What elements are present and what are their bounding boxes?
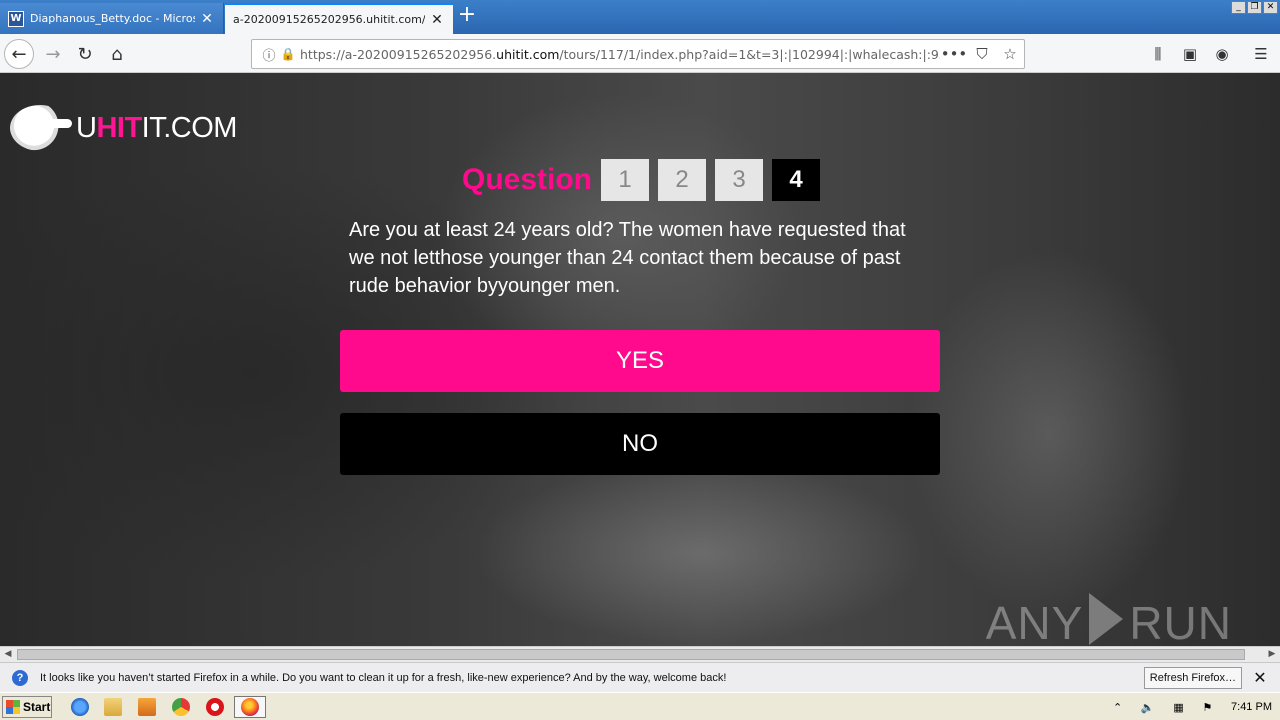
step-3: 3 [715,159,764,201]
network-icon[interactable]: ▦ [1173,701,1183,714]
tab-label: a-20200915265202956.uhitit.com/tour [233,13,425,26]
opera-icon[interactable] [206,698,224,716]
logo-text: UHITIT.COM [76,112,237,145]
library-icon[interactable]: ⫼ [1143,39,1173,69]
notification-bar: ? It looks like you haven’t started Fire… [0,662,1280,692]
logo-rest: IT.COM [141,111,238,144]
logo-hit: HIT [96,111,142,144]
chrome-icon[interactable] [172,698,190,716]
new-tab-button[interactable]: + [456,4,478,27]
watermark-left: ANY [985,597,1084,646]
step-1: 1 [601,159,650,201]
url-text[interactable]: https://a-20200915265202956.uhitit.com/t… [300,47,940,62]
firefox-taskbar-button[interactable] [234,696,266,718]
tray-expand-icon[interactable]: ⌃ [1113,701,1122,714]
scrollbar-thumb[interactable] [17,649,1245,660]
reload-button[interactable]: ↻ [70,39,100,69]
logo-u: U [76,111,97,144]
forward-button[interactable]: → [38,39,68,69]
back-button[interactable]: ← [4,39,34,69]
media-player-icon[interactable] [138,698,156,716]
help-icon: ? [12,669,28,686]
yes-button[interactable]: YES [340,330,940,392]
url-domain: uhitit.com [496,46,560,62]
file-explorer-icon[interactable] [104,698,122,716]
sidebar-icon[interactable]: ▣ [1175,39,1205,69]
watermark-right: RUN [1129,597,1232,646]
system-tray: ⌃ 🔈 ▦ ⚑ 7:41 PM [1105,695,1280,719]
menu-icon[interactable]: ☰ [1246,39,1276,69]
step-2: 2 [658,159,707,201]
notification-message: It looks like you haven’t started Firefo… [40,671,727,684]
account-icon[interactable]: ◉ [1207,39,1237,69]
home-button[interactable]: ⌂ [102,39,132,69]
lock-icon[interactable]: 🔒 [280,47,296,61]
scroll-right-arrow-icon[interactable]: ▶ [1264,647,1280,662]
navigation-bar: ← → ↻ ⌂ ⓘ 🔒 https://a-20200915265202956.… [0,34,1280,73]
windows-logo-icon [6,700,20,714]
url-suffix: /tours/117/1/index.php?aid=1&t=3|:|10299… [559,46,940,62]
close-icon[interactable]: ✕ [199,11,215,27]
taskbar: Start ⌃ 🔈 ▦ ⚑ 7:41 PM [0,692,1280,720]
start-label: Start [23,700,51,714]
close-window-button[interactable]: ✕ [1263,1,1278,14]
bookmark-star-icon[interactable]: ☆ [996,45,1024,63]
firefox-icon [241,698,259,716]
flag-icon[interactable]: ⚑ [1202,701,1212,714]
pointing-hand-icon [10,105,72,151]
address-bar[interactable]: ⓘ 🔒 https://a-20200915265202956.uhitit.c… [251,39,1025,69]
minimize-button[interactable]: _ [1231,1,1246,14]
pocket-icon[interactable]: ⛉ [968,45,996,63]
tab-strip: W Diaphanous_Betty.doc - Microsoft ✕ a-2… [0,0,1280,34]
word-icon: W [8,10,24,27]
volume-icon[interactable]: 🔈 [1141,701,1155,714]
page-content: UHITIT.COM Question 1 2 3 4 Are you at l… [0,73,1280,646]
refresh-firefox-button[interactable]: Refresh Firefox… [1143,666,1242,689]
question-text: Are you at least 24 years old? The women… [349,219,906,297]
close-icon[interactable]: ✕ [1252,668,1268,688]
restore-button[interactable]: ❐ [1247,1,1262,14]
question-progress: Question 1 2 3 4 [462,159,829,201]
anyrun-watermark: ANY RUN [986,593,1232,646]
site-logo[interactable]: UHITIT.COM [10,105,237,151]
horizontal-scrollbar[interactable]: ◀ ▶ [0,646,1280,662]
scroll-left-arrow-icon[interactable]: ◀ [0,647,16,662]
info-icon[interactable]: ⓘ [258,45,280,64]
window-controls: _ ❐ ✕ [1231,1,1278,14]
tab-uhitit[interactable]: a-20200915265202956.uhitit.com/tour ✕ [225,3,453,34]
page-actions-icon[interactable]: ••• [940,45,968,63]
start-button[interactable]: Start [2,696,52,718]
clock[interactable]: 7:41 PM [1231,701,1272,713]
question-label: Question [462,163,593,196]
no-button[interactable]: NO [340,413,940,475]
url-prefix: https://a-20200915265202956. [300,46,497,62]
tab-word-document[interactable]: W Diaphanous_Betty.doc - Microsoft ✕ [0,3,224,34]
play-icon [1089,593,1124,645]
internet-explorer-icon[interactable] [71,698,89,716]
step-4-current: 4 [772,159,821,201]
tab-label: Diaphanous_Betty.doc - Microsoft [30,12,195,25]
close-icon[interactable]: ✕ [429,12,445,28]
